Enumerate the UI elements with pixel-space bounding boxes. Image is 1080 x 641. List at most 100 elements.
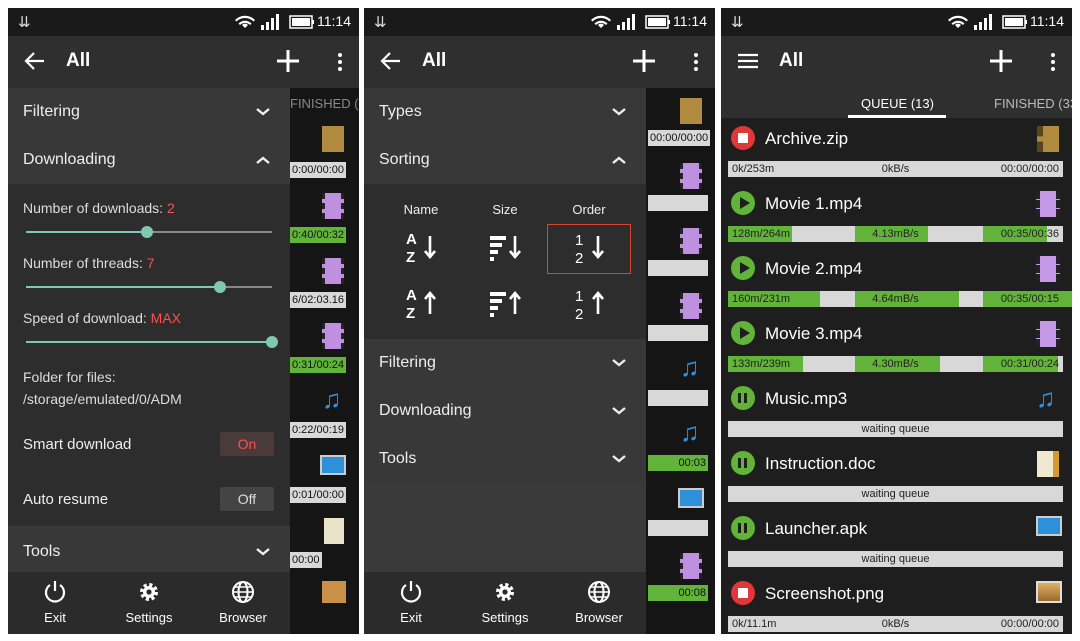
download-time: 00:35/00:15 bbox=[1000, 293, 1059, 305]
pause-icon[interactable] bbox=[731, 386, 755, 410]
tab-finished-partial: FINISHED (33 bbox=[290, 96, 359, 111]
svg-text:Z: Z bbox=[406, 305, 415, 322]
add-icon[interactable] bbox=[631, 48, 657, 74]
section-downloading[interactable]: Downloading bbox=[8, 136, 290, 184]
signal-icon bbox=[261, 14, 279, 30]
smart-download-label: Smart download bbox=[23, 436, 132, 453]
queue-item[interactable]: Movie 3.mp4 133m/239m 4.30mB/s 00:31/00:24 bbox=[721, 313, 1072, 378]
browser-button[interactable]: Browser bbox=[208, 580, 278, 625]
queue-item[interactable]: Movie 2.mp4 160m/231m 4.64mB/s 00:35/00:15 bbox=[721, 248, 1072, 313]
wifi-icon bbox=[948, 15, 968, 28]
sorting-panel: Name Size Order AZ 12 AZ 12 bbox=[364, 184, 646, 339]
slider-fill bbox=[26, 286, 221, 288]
image-icon bbox=[322, 581, 346, 603]
pause-icon[interactable] bbox=[731, 451, 755, 475]
section-types[interactable]: Types bbox=[364, 88, 646, 136]
monitor-icon bbox=[678, 488, 704, 508]
queue-item[interactable]: Instruction.doc waiting queue bbox=[721, 443, 1072, 508]
status-time: 11:14 bbox=[317, 13, 351, 29]
film-icon bbox=[322, 258, 344, 284]
settings-button[interactable]: Settings bbox=[114, 580, 184, 625]
pause-icon[interactable] bbox=[731, 516, 755, 540]
music-icon: ♫ bbox=[680, 417, 700, 447]
browser-label: Browser bbox=[219, 610, 267, 625]
queue-item[interactable]: Screenshot.png 0k/11.1m 0kB/s 00:00/00:00 bbox=[721, 573, 1072, 634]
download-time: 00:31/00:24 bbox=[1000, 358, 1059, 370]
more-options-icon[interactable] bbox=[1050, 52, 1056, 72]
image-icon bbox=[1036, 581, 1062, 607]
sort-size-asc-icon[interactable] bbox=[486, 284, 526, 324]
folder-path[interactable]: /storage/emulated/0/ADM bbox=[23, 391, 182, 407]
exit-button[interactable]: Exit bbox=[20, 580, 90, 625]
app-bar: All bbox=[8, 36, 359, 88]
sort-name-desc-icon[interactable]: AZ bbox=[402, 228, 442, 268]
file-name: Launcher.apk bbox=[765, 519, 868, 538]
more-options-icon[interactable] bbox=[337, 52, 343, 72]
tab-queue[interactable]: QUEUE (13) bbox=[861, 96, 934, 111]
gear-icon bbox=[496, 583, 514, 601]
play-icon[interactable] bbox=[731, 321, 755, 345]
section-tools[interactable]: Tools bbox=[364, 435, 646, 483]
svg-text:2: 2 bbox=[575, 250, 583, 267]
progress-bar: 0k/253m 0kB/s 00:00/00:00 bbox=[728, 161, 1063, 177]
section-sorting[interactable]: Sorting bbox=[364, 136, 646, 184]
section-filtering[interactable]: Filtering bbox=[364, 339, 646, 387]
queue-item[interactable]: Movie 1.mp4 128m/264m 4.13mB/s 00:35/00:36 bbox=[721, 183, 1072, 248]
queue-item[interactable]: Music.mp3 ♫ waiting queue bbox=[721, 378, 1072, 443]
globe-icon bbox=[232, 581, 254, 603]
stop-icon[interactable] bbox=[731, 126, 755, 150]
more-options-icon[interactable] bbox=[693, 52, 699, 72]
slider-knob[interactable] bbox=[214, 281, 227, 293]
threads-label: Number of threads: 7 bbox=[23, 255, 155, 271]
settings-label: Settings bbox=[125, 610, 173, 625]
section-filtering[interactable]: Filtering bbox=[8, 88, 290, 136]
download-status-icon: ⇊ bbox=[18, 14, 31, 31]
queue-item[interactable]: Launcher.apk waiting queue bbox=[721, 508, 1072, 573]
progress-bar: 160m/231m 4.64mB/s 00:35/00:15 bbox=[728, 291, 1072, 307]
downloads-slider[interactable] bbox=[26, 226, 272, 238]
slider-knob[interactable] bbox=[266, 336, 278, 348]
doc-icon bbox=[324, 518, 344, 544]
add-icon[interactable] bbox=[988, 48, 1014, 74]
section-tools[interactable]: Tools bbox=[8, 528, 290, 576]
download-time: 00:35/00:36 bbox=[1000, 228, 1059, 240]
speed-slider[interactable] bbox=[26, 336, 278, 348]
monitor-icon bbox=[1036, 516, 1062, 542]
auto-resume-toggle[interactable]: Off bbox=[220, 487, 274, 511]
browser-button[interactable]: Browser bbox=[564, 580, 634, 625]
stop-icon[interactable] bbox=[731, 581, 755, 605]
queue-item[interactable]: Archive.zip 0k/253m 0kB/s 00:00/00:00 bbox=[721, 118, 1072, 183]
smart-download-toggle[interactable]: On bbox=[220, 432, 274, 456]
power-icon bbox=[400, 581, 422, 603]
bottom-bar: Exit Settings Browser bbox=[364, 572, 646, 634]
speed-value: MAX bbox=[150, 310, 181, 326]
app-bar: All bbox=[364, 36, 715, 88]
back-arrow-icon[interactable] bbox=[24, 50, 46, 72]
downloading-panel: Number of downloads: 2 Number of threads… bbox=[8, 184, 290, 526]
status-time: 11:14 bbox=[673, 13, 707, 29]
sort-order-desc-icon[interactable]: 12 bbox=[570, 228, 610, 268]
svg-text:1: 1 bbox=[575, 288, 583, 305]
play-icon[interactable] bbox=[731, 191, 755, 215]
add-icon[interactable] bbox=[275, 48, 301, 74]
screen-settings-drawer: ⇊ 11:14 All FINISHED (33 0:00/00:00 0:40… bbox=[8, 8, 359, 634]
settings-button[interactable]: Settings bbox=[470, 580, 540, 625]
tab-finished[interactable]: FINISHED (33 bbox=[994, 96, 1072, 111]
menu-icon[interactable] bbox=[737, 50, 759, 72]
back-arrow-icon[interactable] bbox=[380, 50, 402, 72]
speed-label: Speed of download: MAX bbox=[23, 310, 181, 326]
film-icon bbox=[322, 323, 344, 349]
section-downloading[interactable]: Downloading bbox=[364, 387, 646, 435]
exit-button[interactable]: Exit bbox=[376, 580, 446, 625]
sort-order-asc-icon[interactable]: 12 bbox=[570, 284, 610, 324]
film-icon bbox=[680, 228, 702, 254]
svg-text:A: A bbox=[406, 231, 417, 248]
file-name: Movie 3.mp4 bbox=[765, 324, 863, 343]
sort-size-desc-icon[interactable] bbox=[486, 228, 526, 268]
browser-label: Browser bbox=[575, 610, 623, 625]
play-icon[interactable] bbox=[731, 256, 755, 280]
monitor-icon bbox=[320, 455, 346, 475]
threads-slider[interactable] bbox=[26, 281, 272, 293]
sort-name-asc-icon[interactable]: AZ bbox=[402, 284, 442, 324]
slider-knob[interactable] bbox=[140, 226, 153, 238]
